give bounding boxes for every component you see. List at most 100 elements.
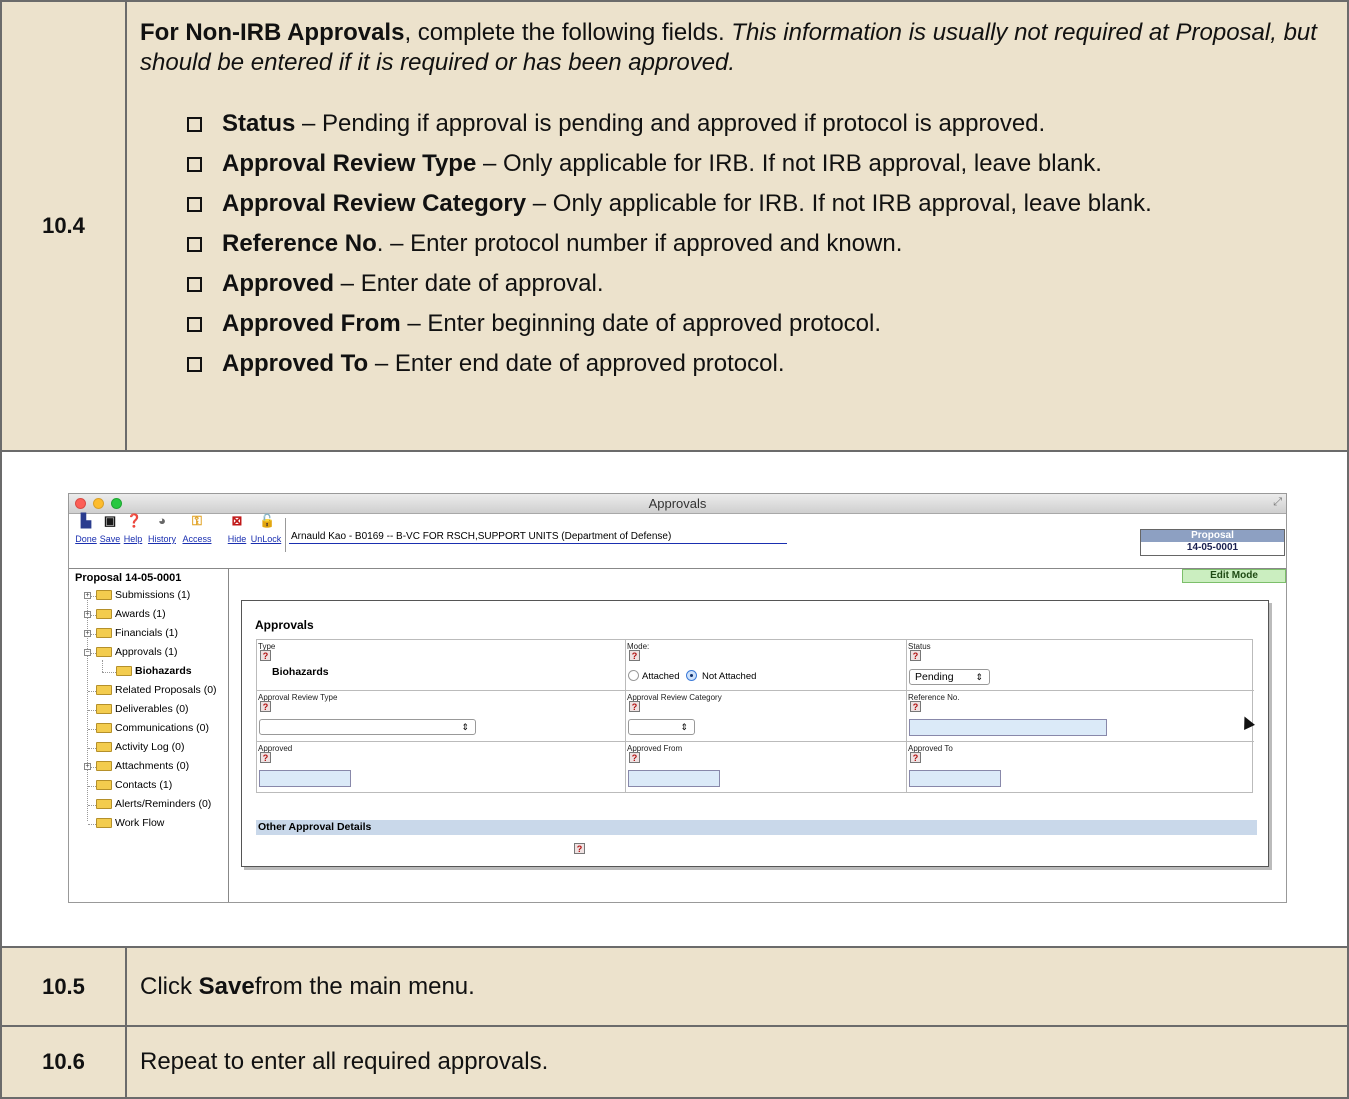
access-button[interactable]: ⚿ Access bbox=[179, 514, 215, 545]
tree-label: Financials (1) bbox=[115, 627, 179, 639]
panel-title: Approvals bbox=[255, 618, 314, 632]
other-approval-details-header[interactable]: Other Approval Details bbox=[256, 820, 1257, 835]
expand-icon[interactable]: + bbox=[84, 611, 91, 618]
approved-date-input[interactable] bbox=[259, 770, 351, 787]
access-link[interactable]: Access bbox=[179, 534, 215, 544]
tree-item-awards[interactable]: + Awards (1) bbox=[69, 607, 227, 623]
folder-icon bbox=[96, 628, 112, 638]
help-icon[interactable]: ? bbox=[574, 843, 585, 854]
toolbar-divider bbox=[285, 518, 286, 552]
tree-item-alerts-reminders[interactable]: Alerts/Reminders (0) bbox=[69, 797, 227, 813]
attached-label: Attached bbox=[642, 671, 680, 682]
folder-icon bbox=[96, 799, 112, 809]
proposal-number: 14-05-0001 bbox=[1186, 542, 1239, 553]
step-content: Click Save from the main menu. bbox=[127, 948, 1347, 1025]
review-type-select[interactable]: ⇕ bbox=[259, 719, 476, 735]
approved-from-cell: Approved From ? bbox=[626, 742, 907, 793]
done-button[interactable]: ▙ Done bbox=[75, 514, 97, 545]
unlock-button[interactable]: 🔓 UnLock bbox=[249, 514, 283, 545]
mode-cell: Mode: ? Attached Not Attached bbox=[626, 640, 907, 691]
checkbox-icon bbox=[187, 197, 202, 212]
hide-button[interactable]: ⊠ Hide bbox=[227, 514, 247, 545]
folder-icon bbox=[96, 742, 112, 752]
attached-radio[interactable] bbox=[628, 670, 639, 681]
folder-icon bbox=[96, 818, 112, 828]
history-button[interactable]: ◕ History bbox=[147, 513, 177, 545]
tree-item-approvals[interactable]: − Approvals (1) bbox=[69, 645, 227, 661]
tree-label: Attachments (0) bbox=[115, 760, 190, 772]
help-icon[interactable]: ? bbox=[629, 650, 640, 661]
approvals-panel: Approvals Type ? Biohazards Mode: ? Atta… bbox=[241, 600, 1269, 867]
checklist-item: Approved From – Enter beginning date of … bbox=[187, 309, 1337, 339]
field-desc: – Enter date of approval. bbox=[334, 270, 604, 297]
help-icon[interactable]: ? bbox=[910, 650, 921, 661]
field-name: Status bbox=[222, 110, 296, 137]
tree-item-biohazards[interactable]: Biohazards bbox=[69, 660, 227, 680]
open-folder-icon bbox=[96, 647, 112, 657]
field-desc: – Pending if approval is pending and app… bbox=[295, 110, 1046, 137]
help-icon[interactable]: ? bbox=[629, 752, 640, 763]
save-button[interactable]: ▣ Save bbox=[99, 513, 121, 545]
done-link[interactable]: Done bbox=[75, 534, 97, 544]
content-pane: Edit Mode Approvals Type ? Biohazards Mo… bbox=[229, 568, 1286, 902]
approval-fields-grid: Type ? Biohazards Mode: ? Attached Not A… bbox=[256, 639, 1254, 793]
folder-icon bbox=[96, 590, 112, 600]
tree-item-attachments[interactable]: + Attachments (0) bbox=[69, 759, 227, 775]
field-desc: – Only applicable for IRB. If not IRB ap… bbox=[476, 150, 1102, 177]
tree-item-submissions[interactable]: + Submissions (1) bbox=[69, 588, 227, 604]
tree-item-work-flow[interactable]: Work Flow bbox=[69, 816, 227, 832]
help-icon[interactable]: ? bbox=[260, 650, 271, 661]
help-icon[interactable]: ? bbox=[910, 701, 921, 712]
intro-plain: , complete the following fields. bbox=[404, 19, 732, 46]
checkbox-icon bbox=[187, 357, 202, 372]
tree-item-communications[interactable]: Communications (0) bbox=[69, 721, 227, 737]
field-name: Approved bbox=[222, 270, 335, 297]
floppy-disk-icon: ▣ bbox=[103, 513, 117, 528]
tree-item-contacts[interactable]: Contacts (1) bbox=[69, 778, 227, 794]
step-content: Repeat to enter all required approvals. bbox=[127, 1027, 1347, 1097]
approved-to-input[interactable] bbox=[909, 770, 1001, 787]
hide-link[interactable]: Hide bbox=[227, 534, 247, 544]
navigation-tree: Proposal 14-05-0001 + Submissions (1) + … bbox=[69, 568, 229, 902]
unlock-link[interactable]: UnLock bbox=[249, 534, 283, 544]
approved-from-input[interactable] bbox=[628, 770, 720, 787]
checkbox-icon bbox=[187, 237, 202, 252]
approved-cell: Approved ? bbox=[257, 742, 626, 793]
save-link[interactable]: Save bbox=[99, 534, 121, 544]
globe-icon: ◕ bbox=[158, 513, 166, 528]
help-icon[interactable]: ? bbox=[629, 701, 640, 712]
expand-icon[interactable]: + bbox=[84, 592, 91, 599]
tree-item-related-proposals[interactable]: Related Proposals (0) bbox=[69, 683, 227, 699]
tree-title: Proposal 14-05-0001 bbox=[75, 572, 182, 584]
reference-cell: Reference No. ? bbox=[907, 691, 1254, 742]
tree-item-deliverables[interactable]: Deliverables (0) bbox=[69, 702, 227, 718]
status-select[interactable]: Pending ⇕ bbox=[909, 669, 990, 685]
tree-label: Communications (0) bbox=[115, 722, 209, 734]
folder-icon bbox=[96, 685, 112, 695]
edit-mode-badge: Edit Mode bbox=[1182, 569, 1286, 583]
fullscreen-icon[interactable]: ⤢ bbox=[1273, 496, 1282, 509]
text-post: from the main menu. bbox=[254, 972, 475, 1000]
review-category-select[interactable]: ⇕ bbox=[628, 719, 695, 735]
help-icon[interactable]: ? bbox=[260, 752, 271, 763]
help-icon[interactable]: ? bbox=[260, 701, 271, 712]
review-category-label: Approval Review Category bbox=[627, 693, 722, 702]
checkbox-icon bbox=[187, 117, 202, 132]
help-button[interactable]: ❓ Help bbox=[123, 514, 143, 545]
history-link[interactable]: History bbox=[147, 534, 177, 544]
user-info-underline bbox=[289, 543, 787, 544]
tree-item-activity-log[interactable]: Activity Log (0) bbox=[69, 740, 227, 756]
tree-label: Submissions (1) bbox=[115, 589, 191, 601]
tree-item-financials[interactable]: + Financials (1) bbox=[69, 626, 227, 642]
field-name: Reference No bbox=[222, 230, 377, 257]
tree-label: Alerts/Reminders (0) bbox=[115, 798, 212, 810]
proposal-badge: Proposal 14-05-0001 bbox=[1140, 529, 1285, 556]
help-link[interactable]: Help bbox=[123, 534, 143, 544]
checklist-item: Approved – Enter date of approval. bbox=[187, 269, 1337, 299]
expand-icon[interactable]: + bbox=[84, 630, 91, 637]
expand-icon[interactable]: + bbox=[84, 763, 91, 770]
collapse-icon[interactable]: − bbox=[84, 649, 91, 656]
reference-input[interactable] bbox=[909, 719, 1107, 736]
help-icon[interactable]: ? bbox=[910, 752, 921, 763]
not-attached-radio[interactable] bbox=[686, 670, 697, 681]
